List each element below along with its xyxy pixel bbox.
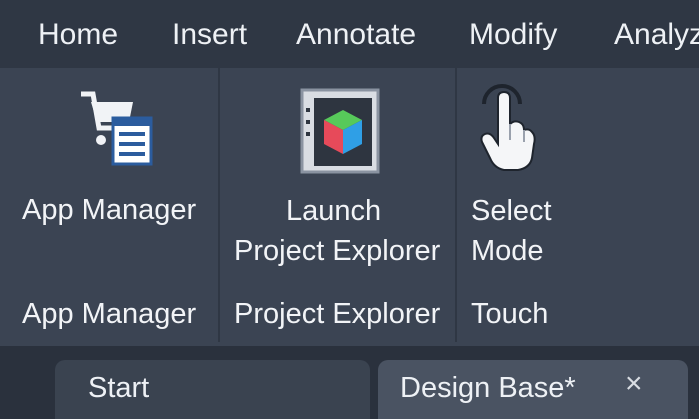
menu-insert[interactable]: Insert: [172, 18, 247, 52]
panel-divider: [218, 68, 220, 342]
app-manager-button[interactable]: App Manager: [15, 88, 215, 238]
menu-modify[interactable]: Modify: [469, 18, 557, 52]
project-explorer-label: Project Explorer: [234, 235, 441, 267]
menu-home[interactable]: Home: [38, 18, 118, 52]
panel-title-app-manager: App Manager: [22, 298, 197, 330]
tab-design-base-label: Design Base*: [400, 372, 576, 404]
launch-project-explorer-button[interactable]: Launch Project Explorer: [228, 88, 450, 278]
panel-divider: [455, 68, 457, 342]
select-label: Select: [471, 195, 552, 227]
menu-analyze[interactable]: Analyz: [614, 18, 699, 52]
close-icon[interactable]: ×: [625, 368, 643, 400]
panel-title-touch: Touch: [471, 298, 549, 330]
touch-hand-icon: [474, 84, 544, 179]
project-explorer-icon: [300, 88, 380, 179]
panel-title-project-explorer: Project Explorer: [234, 298, 441, 330]
select-mode-button[interactable]: Select Mode: [466, 84, 586, 278]
app-manager-label: App Manager: [22, 194, 197, 226]
tab-start-label: Start: [88, 372, 150, 404]
app-manager-icon: [77, 88, 153, 173]
menu-bar: Home Insert Annotate Modify Analyz: [0, 0, 699, 68]
launch-label: Launch: [286, 195, 382, 227]
menu-annotate[interactable]: Annotate: [296, 18, 416, 52]
mode-label: Mode: [471, 235, 544, 267]
